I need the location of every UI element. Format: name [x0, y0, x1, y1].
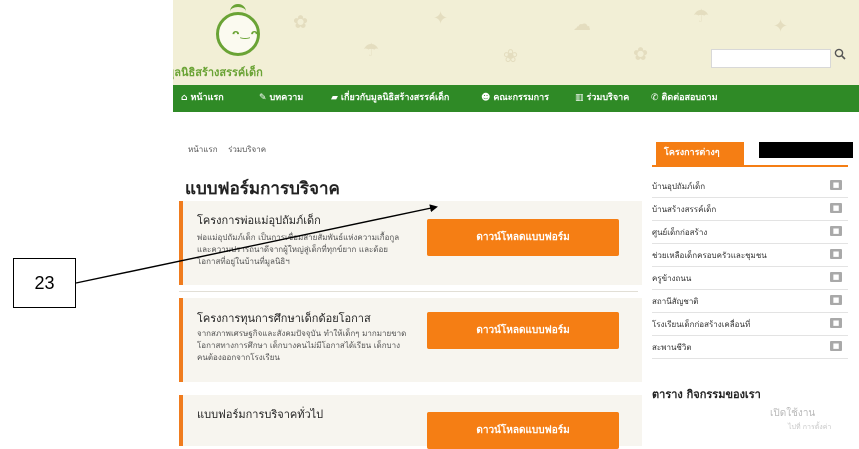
annotation-callout: 23 [13, 258, 76, 308]
annotation-arrow [75, 204, 438, 284]
